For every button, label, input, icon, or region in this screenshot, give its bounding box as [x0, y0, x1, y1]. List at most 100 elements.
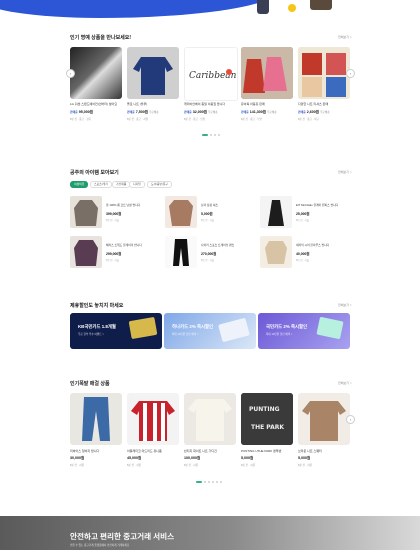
product-price: 45,000원 — [127, 456, 142, 460]
product-image[interactable] — [127, 393, 179, 445]
product-meta: 8분 전 · 서울 — [106, 219, 119, 222]
chevron-left-icon: ‹ — [69, 71, 72, 76]
more-link-hot[interactable]: 전체보기 > — [338, 381, 352, 385]
carousel-prev-button[interactable]: ‹ — [66, 69, 75, 78]
product-title[interactable]: 울 100% 롱 코트 남성 팝니다 — [106, 203, 158, 207]
product-image[interactable] — [70, 196, 102, 228]
chevron-right-icon: › — [349, 71, 352, 76]
product-meta: 8분 전 · 서울 — [106, 259, 119, 262]
category-chip[interactable]: 가전제품 — [112, 181, 131, 188]
product-title[interactable]: 브라운 니트 스웨터 — [298, 449, 350, 453]
product-title[interactable]: 아틀레티코 마드리드 유니폼 — [127, 449, 179, 453]
product-title[interactable]: 헤리스 트위드 블레이저 팝니다 — [106, 243, 158, 247]
product-price: 270,000원 — [201, 252, 217, 256]
chevron-right-icon: › — [349, 417, 352, 422]
blouse-icon — [265, 241, 287, 264]
product-title[interactable]: EIT MoCHalo 플레어 원피스 팝니다 — [296, 203, 348, 207]
product-image[interactable] — [127, 47, 179, 99]
svg-text:THE PARK: THE PARK — [251, 424, 284, 431]
carousel-pagination[interactable] — [196, 481, 222, 483]
section-title-partners: 제휴할인도 놓치지 마세요 — [70, 303, 124, 309]
pagination-dot[interactable] — [218, 134, 220, 136]
section-title-hot: 인기폭발 매걸 상품 — [70, 381, 110, 387]
dress-icon — [241, 47, 293, 99]
card-illustration — [128, 317, 158, 339]
svg-text:PUNTING: PUNTING — [249, 406, 280, 413]
section-title-popular: 인기 명예 상품을 만나보세요! — [70, 35, 132, 41]
product-price: 5,000원 — [241, 456, 254, 460]
product-title[interactable]: 나이키 스포츠 트레이닝 팬츠 — [201, 243, 253, 247]
sweater-icon — [302, 401, 346, 441]
product-title[interactable]: 다양한 니트 티셔츠 판매 — [298, 102, 350, 106]
product-meta: 8분 전 · 서울 — [184, 464, 199, 467]
carousel-pagination[interactable] — [202, 134, 220, 136]
category-chip[interactable]: 스포츠/레저 — [90, 181, 112, 188]
product-image[interactable] — [70, 393, 122, 445]
category-chip[interactable]: 도서/음반/문구 — [147, 181, 172, 188]
pagination-dot[interactable] — [220, 481, 222, 483]
blazer-icon — [74, 240, 98, 266]
carousel-next-button[interactable]: › — [346, 415, 355, 424]
pagination-dot[interactable] — [214, 134, 216, 136]
product-title[interactable]: LG 휘센 스탠드에어컨(인버터) 팔아요 — [70, 102, 122, 106]
product-title[interactable]: PUNTING UTHE PARK 맨투맨 — [241, 449, 293, 453]
banner-subtitle: 무료 할부 우수 이벤트 > — [78, 333, 104, 336]
product-image[interactable] — [260, 196, 292, 228]
more-link-popular[interactable]: 전체보기 > — [338, 35, 352, 39]
product-price: 100,000원 — [184, 456, 201, 460]
pagination-dot[interactable] — [210, 134, 212, 136]
pagination-dot[interactable] — [196, 481, 202, 483]
pagination-dot[interactable] — [204, 481, 206, 483]
more-link-items[interactable]: 전체보기 > — [338, 170, 352, 174]
product-price: 25,000원 — [296, 212, 310, 216]
product-meta: 8분 전 · 서울 — [70, 464, 85, 467]
jeans-icon — [82, 397, 110, 441]
product-image[interactable] — [298, 393, 350, 445]
product-title[interactable]: 유아복 아동옷 판매 — [241, 102, 293, 106]
category-chip[interactable]: 디지털 — [129, 181, 145, 188]
product-title[interactable]: 리바이스 청바지 팝니다 — [70, 449, 122, 453]
pagination-dot[interactable] — [212, 481, 214, 483]
hero-banner-strip — [0, 0, 420, 18]
product-meta: 8분 전 · 중고 · 서울 — [127, 118, 149, 121]
product-title[interactable]: 세라믹 시어 블라우스 팝니다 — [296, 243, 348, 247]
product-image[interactable]: PUNTING THE PARK — [241, 393, 293, 445]
carousel-next-button[interactable]: › — [346, 69, 355, 78]
product-title[interactable]: 남자 정장 셔츠 — [201, 203, 253, 207]
product-image[interactable]: Caribbean — [184, 47, 238, 101]
jersey-icon — [131, 401, 175, 441]
footer-title: 안전하고 편리한 중고거래 서비스 — [70, 532, 175, 541]
pagination-dot[interactable] — [202, 134, 208, 136]
card-illustration — [316, 317, 344, 339]
banner-title: KB국민카드 1.8개월 — [78, 324, 116, 329]
product-image[interactable] — [184, 393, 236, 445]
more-link-partners[interactable]: 전체보기 > — [338, 303, 352, 307]
product-image[interactable] — [165, 236, 197, 268]
promo-banner-kb[interactable]: KB국민카드 1.8개월 무료 할부 우수 이벤트 > — [70, 313, 162, 349]
product-meta: 8분 전 · 서울 — [296, 259, 309, 262]
product-image[interactable] — [70, 47, 122, 99]
product-title[interactable]: 폴로 니트 (블루) — [127, 102, 179, 106]
promo-banner-hana[interactable]: 하나카드 2% 즉시할인 최대 10만원 할인 혜택 > — [164, 313, 256, 349]
footer-banner: 안전하고 편리한 중고거래 서비스 믿을 수 있는 중고거래 플랫폼에서 안전하… — [0, 516, 420, 550]
banner-title: 국민카드 2% 즉시할인 — [266, 324, 308, 329]
product-price: 5,000원 — [298, 456, 311, 460]
product-image[interactable] — [165, 196, 197, 228]
pagination-dot[interactable] — [208, 481, 210, 483]
product-meta: 8분 전 · 중고 · 경기 — [70, 118, 92, 121]
product-image[interactable] — [260, 236, 292, 268]
product-meta: 8분 전 · 서울 — [241, 464, 256, 467]
pagination-dot[interactable] — [216, 481, 218, 483]
product-price: 40,000원 — [296, 252, 310, 256]
product-title[interactable]: 캐리비안베이 종일 이용권 팝니다 — [184, 102, 236, 106]
promo-banner-kookmin[interactable]: 국민카드 2% 즉시할인 최대 10만원 할인 혜택 > — [258, 313, 350, 349]
product-price: 399,000원 — [106, 212, 122, 216]
product-image[interactable] — [241, 47, 293, 99]
product-image[interactable] — [298, 47, 350, 99]
product-meta: 8분 전 · 서울 — [296, 219, 309, 222]
product-title[interactable]: 빈티지 화이트 니트 가디건 — [184, 449, 236, 453]
footer-subtitle: 믿을 수 있는 중고거래 플랫폼에서 안전하게 거래하세요 — [70, 544, 130, 547]
card-illustration — [218, 318, 250, 342]
category-chip[interactable]: 여성의류 — [70, 181, 89, 188]
product-image[interactable] — [70, 236, 102, 268]
